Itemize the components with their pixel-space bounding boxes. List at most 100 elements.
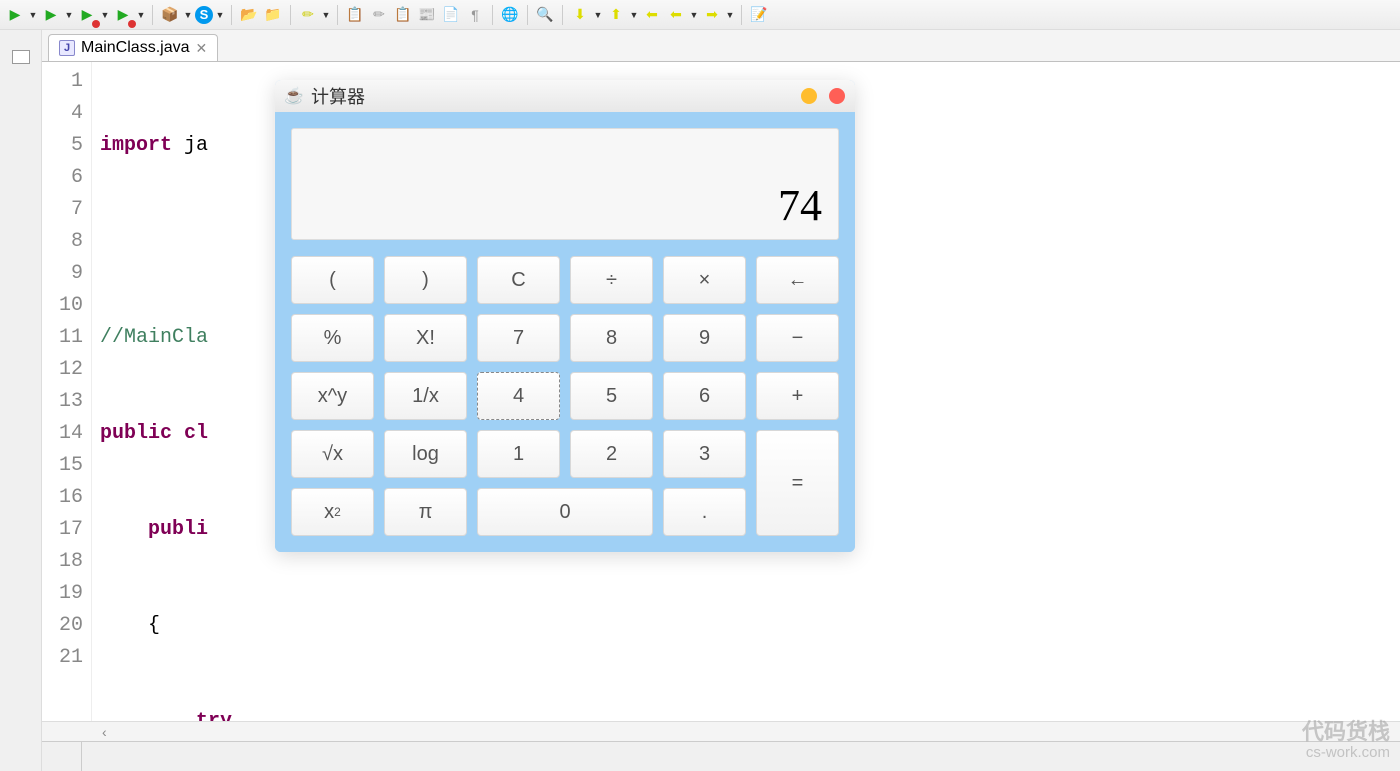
dropdown-arrow[interactable]: ▼	[689, 10, 699, 20]
line-number: 7	[46, 194, 83, 226]
line-number: 16	[46, 482, 83, 514]
two-button[interactable]: 2	[570, 430, 653, 478]
calculator-titlebar[interactable]: ☕ 计算器	[275, 80, 855, 112]
watermark-sub: cs-work.com	[1302, 745, 1390, 762]
paste-icon[interactable]: 📋	[392, 4, 414, 26]
lparen-button[interactable]: (	[291, 256, 374, 304]
close-tab-icon[interactable]: ✕	[195, 40, 207, 57]
run-icon[interactable]: ▶	[4, 4, 26, 26]
zero-button[interactable]: 0	[477, 488, 653, 536]
one-button[interactable]: 1	[477, 430, 560, 478]
edit-icon[interactable]: ✏	[368, 4, 390, 26]
clipboard-icon[interactable]: 📋	[344, 4, 366, 26]
line-number: 15	[46, 450, 83, 482]
backspace-button[interactable]: ←	[756, 256, 839, 304]
line-gutter: 1 4 5 6 7 8 9 10 11 12 13 14 15 16 17 18…	[42, 62, 92, 721]
calculator-body: 74 ( ) C ÷ × ← % X! 7 8 9 − x^y 1/x 4 5 …	[275, 112, 855, 552]
edit-page-icon[interactable]: 📝	[748, 4, 770, 26]
square-button[interactable]: x2	[291, 488, 374, 536]
java-file-icon: J	[59, 40, 75, 56]
run-red-icon[interactable]: ▶	[76, 4, 98, 26]
down-arrow-icon[interactable]: ⬇	[569, 4, 591, 26]
divide-button[interactable]: ÷	[570, 256, 653, 304]
factorial-button[interactable]: X!	[384, 314, 467, 362]
minimize-view-icon[interactable]	[12, 50, 30, 64]
calculator-title: 计算器	[311, 83, 789, 109]
five-button[interactable]: 5	[570, 372, 653, 420]
line-number: 21	[46, 642, 83, 674]
line-number: 19	[46, 578, 83, 610]
skype-icon[interactable]: S	[195, 6, 213, 24]
dropdown-arrow[interactable]: ▼	[183, 10, 193, 20]
scroll-left-icon[interactable]: ‹	[102, 724, 107, 740]
forward-icon[interactable]: ➡	[701, 4, 723, 26]
watermark-main: 代码货栈	[1302, 720, 1390, 744]
dropdown-arrow[interactable]: ▼	[136, 10, 146, 20]
up-arrow-icon[interactable]: ⬆	[605, 4, 627, 26]
search-icon[interactable]: 🔍	[534, 4, 556, 26]
status-bar	[42, 741, 1400, 771]
multiply-button[interactable]: ×	[663, 256, 746, 304]
dropdown-arrow[interactable]: ▼	[64, 10, 74, 20]
watermark: 代码货栈 cs-work.com	[1302, 720, 1390, 761]
calculator-keypad: ( ) C ÷ × ← % X! 7 8 9 − x^y 1/x 4 5 6 +…	[291, 256, 839, 536]
reciprocal-button[interactable]: 1/x	[384, 372, 467, 420]
log-button[interactable]: log	[384, 430, 467, 478]
main-toolbar: ▶ ▼ ▶ ▼ ▶ ▼ ▶ ▼ 📦 ▼ S ▼ 📂 📁 ✏ ▼ 📋 ✏ 📋 📰 …	[0, 0, 1400, 30]
editor-tab[interactable]: J MainClass.java ✕	[48, 34, 218, 61]
decimal-button[interactable]: .	[663, 488, 746, 536]
percent-button[interactable]: %	[291, 314, 374, 362]
dropdown-arrow[interactable]: ▼	[725, 10, 735, 20]
dropdown-arrow[interactable]: ▼	[629, 10, 639, 20]
globe-icon[interactable]: 🌐	[499, 4, 521, 26]
tab-label: MainClass.java	[81, 39, 189, 57]
power-button[interactable]: x^y	[291, 372, 374, 420]
plus-button[interactable]: +	[756, 372, 839, 420]
dropdown-arrow[interactable]: ▼	[100, 10, 110, 20]
highlight-icon[interactable]: ✏	[297, 4, 319, 26]
package-icon[interactable]: 📦	[159, 4, 181, 26]
line-number: 4	[46, 98, 83, 130]
seven-button[interactable]: 7	[477, 314, 560, 362]
status-left-box	[42, 742, 82, 771]
pi-button[interactable]: π	[384, 488, 467, 536]
horizontal-scrollbar[interactable]: ‹	[42, 721, 1400, 741]
four-button[interactable]: 4	[477, 372, 560, 420]
dropdown-arrow[interactable]: ▼	[28, 10, 38, 20]
line-number: 12	[46, 354, 83, 386]
pilcrow-icon[interactable]: ¶	[464, 4, 486, 26]
calculator-display: 74	[291, 128, 839, 240]
dropdown-arrow[interactable]: ▼	[593, 10, 603, 20]
line-number: 8	[46, 226, 83, 258]
three-button[interactable]: 3	[663, 430, 746, 478]
calculator-window: ☕ 计算器 74 ( ) C ÷ × ← % X! 7 8 9 − x^y 1/…	[275, 80, 855, 552]
folder-open-icon[interactable]: 📂	[238, 4, 260, 26]
clear-button[interactable]: C	[477, 256, 560, 304]
folder-icon[interactable]: 📁	[262, 4, 284, 26]
tab-bar: J MainClass.java ✕	[42, 30, 1400, 62]
eight-button[interactable]: 8	[570, 314, 653, 362]
run-icon[interactable]: ▶	[40, 4, 62, 26]
back-icon[interactable]: ⬅	[665, 4, 687, 26]
sqrt-button[interactable]: √x	[291, 430, 374, 478]
line-number: 20	[46, 610, 83, 642]
nine-button[interactable]: 9	[663, 314, 746, 362]
page-icon[interactable]: 📄	[440, 4, 462, 26]
line-number: 9	[46, 258, 83, 290]
line-number: 17	[46, 514, 83, 546]
minus-button[interactable]: −	[756, 314, 839, 362]
back-yellow-icon[interactable]: ⬅	[641, 4, 663, 26]
dropdown-arrow[interactable]: ▼	[215, 10, 225, 20]
left-margin	[0, 30, 42, 771]
line-number: 14	[46, 418, 83, 450]
run-red-icon[interactable]: ▶	[112, 4, 134, 26]
minimize-window-icon[interactable]	[801, 88, 817, 104]
line-number: 18	[46, 546, 83, 578]
line-number: 10	[46, 290, 83, 322]
dropdown-arrow[interactable]: ▼	[321, 10, 331, 20]
equals-button[interactable]: =	[756, 430, 839, 536]
close-window-icon[interactable]	[829, 88, 845, 104]
rparen-button[interactable]: )	[384, 256, 467, 304]
form-icon[interactable]: 📰	[416, 4, 438, 26]
six-button[interactable]: 6	[663, 372, 746, 420]
